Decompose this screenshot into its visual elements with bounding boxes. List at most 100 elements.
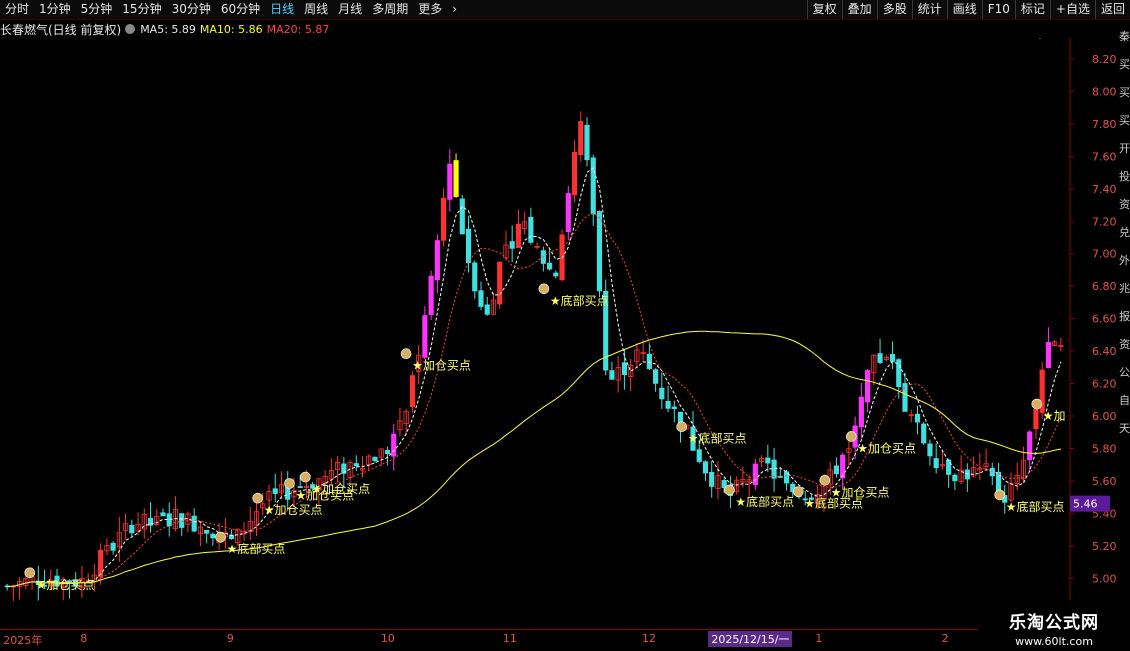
money-bag-icon — [995, 490, 1005, 500]
period-tab-2[interactable]: 5分钟 — [76, 0, 118, 19]
signal-label: ★加仓买点 — [36, 578, 95, 592]
date-label: 10 — [381, 632, 395, 645]
toolbar-button-3[interactable]: 统计 — [912, 0, 947, 19]
side-char: 资 — [1119, 336, 1130, 352]
side-char: 兆 — [1119, 280, 1130, 296]
candle-body — [373, 457, 377, 460]
period-tab-10[interactable]: 更多 — [413, 0, 447, 19]
money-bag-icon — [1032, 399, 1042, 409]
candlestick-chart[interactable]: 8.208.007.807.607.407.207.006.806.606.40… — [0, 38, 1130, 629]
date-label: 1 — [815, 632, 822, 645]
period-tab-0[interactable]: 分时 — [0, 0, 34, 19]
side-char: 秦 — [1119, 28, 1130, 44]
date-label: 11 — [503, 632, 517, 645]
period-tab-3[interactable]: 15分钟 — [117, 0, 166, 19]
candle-body — [622, 363, 626, 375]
candle-body — [410, 376, 414, 407]
candle-body — [710, 472, 714, 486]
watermark-title: 乐淘公式网 — [978, 608, 1130, 633]
y-tick-label: 6.20 — [1092, 378, 1117, 391]
candle-body — [161, 513, 165, 516]
candle-body — [990, 468, 994, 475]
ma5-value: MA5: 5.89 — [140, 23, 196, 36]
money-bag-icon — [793, 487, 803, 497]
candle-body — [965, 470, 969, 479]
y-tick-label: 5.20 — [1092, 540, 1117, 553]
candle-body — [554, 273, 558, 276]
signal-label: ★加仓买点 — [311, 482, 370, 496]
candle-body — [98, 550, 102, 576]
candle-body — [878, 354, 882, 363]
candle-body — [441, 198, 445, 240]
candle-body — [448, 164, 452, 199]
candle-body — [498, 262, 502, 304]
candle-body — [566, 194, 570, 232]
period-tab-4[interactable]: 30分钟 — [167, 0, 216, 19]
y-tick-label: 5.00 — [1092, 572, 1117, 585]
candle-body — [473, 263, 477, 291]
candle-body — [834, 466, 838, 474]
settings-icon[interactable] — [125, 24, 135, 34]
candle-body — [953, 475, 957, 481]
side-char: 买 — [1119, 112, 1130, 128]
toolbar-button-5[interactable]: F10 — [982, 0, 1015, 19]
y-tick-label: 8.00 — [1092, 85, 1117, 98]
signal-label: ★底部买点 — [550, 293, 609, 308]
period-tab-7[interactable]: 周线 — [299, 0, 333, 19]
y-tick-label: 8.20 — [1092, 53, 1117, 66]
period-tab-1[interactable]: 1分钟 — [34, 0, 76, 19]
toolbar-button-6[interactable]: 标记 — [1015, 0, 1050, 19]
signal-label: ★加仓买点 — [412, 359, 471, 373]
candle-body — [435, 241, 439, 280]
date-label: 2025/12/15/一 — [708, 631, 792, 647]
current-price-label: 5.46 — [1073, 498, 1098, 511]
stock-title[interactable]: 长春燃气(日线 前复权) — [0, 21, 121, 38]
money-bag-icon — [216, 532, 226, 542]
toolbar-button-2[interactable]: 多股 — [877, 0, 912, 19]
toolbar-button-4[interactable]: 画线 — [947, 0, 982, 19]
side-char: 买 — [1119, 56, 1130, 72]
candle-body — [273, 489, 277, 494]
candle-body — [485, 305, 489, 314]
candle-body — [766, 458, 770, 463]
side-char: 投 — [1119, 168, 1130, 184]
candle-body — [354, 464, 358, 466]
candle-body — [429, 276, 433, 314]
period-tab-9[interactable]: 多周期 — [367, 0, 413, 19]
y-tick-label: 7.40 — [1092, 183, 1117, 196]
y-tick-label: 7.00 — [1092, 248, 1117, 261]
toolbar-right-buttons: 复权叠加多股统计画线F10标记+自选返回 — [807, 0, 1130, 19]
y-tick-label: 5.80 — [1092, 442, 1117, 455]
side-char: 自 — [1119, 392, 1130, 408]
candle-body — [1028, 432, 1032, 460]
candle-body — [660, 388, 664, 399]
y-tick-label: 7.20 — [1092, 215, 1117, 228]
candle-body — [666, 401, 670, 408]
candle-body — [1034, 409, 1038, 428]
side-char: 天 — [1119, 420, 1130, 436]
candle-body — [423, 316, 427, 358]
side-char: 报 — [1119, 308, 1130, 324]
candle-body — [510, 242, 514, 249]
signal-label: ★加 — [1043, 409, 1066, 423]
watermark-url: www.60lt.com — [978, 635, 1130, 648]
candle-body — [211, 534, 215, 538]
period-tab-5[interactable]: 60分钟 — [216, 0, 265, 19]
money-bag-icon — [539, 284, 549, 294]
candle-body — [180, 514, 184, 528]
candle-body — [946, 460, 950, 474]
candle-body — [130, 525, 134, 532]
candle-body — [928, 444, 932, 456]
side-char: 外 — [1119, 252, 1130, 268]
toolbar-button-7[interactable]: +自选 — [1050, 0, 1095, 19]
toolbar-button-0[interactable]: 复权 — [807, 0, 842, 19]
candle-body — [672, 407, 676, 409]
candle-body — [454, 161, 458, 197]
period-tab-8[interactable]: 月线 — [333, 0, 367, 19]
candle-body — [204, 530, 208, 533]
toolbar-button-1[interactable]: 叠加 — [842, 0, 877, 19]
signal-label: ★底部买点 — [1006, 499, 1065, 514]
chevron-right-icon[interactable]: › — [447, 0, 462, 19]
y-tick-label: 6.40 — [1092, 345, 1117, 358]
period-tab-6[interactable]: 日线 — [265, 0, 299, 19]
